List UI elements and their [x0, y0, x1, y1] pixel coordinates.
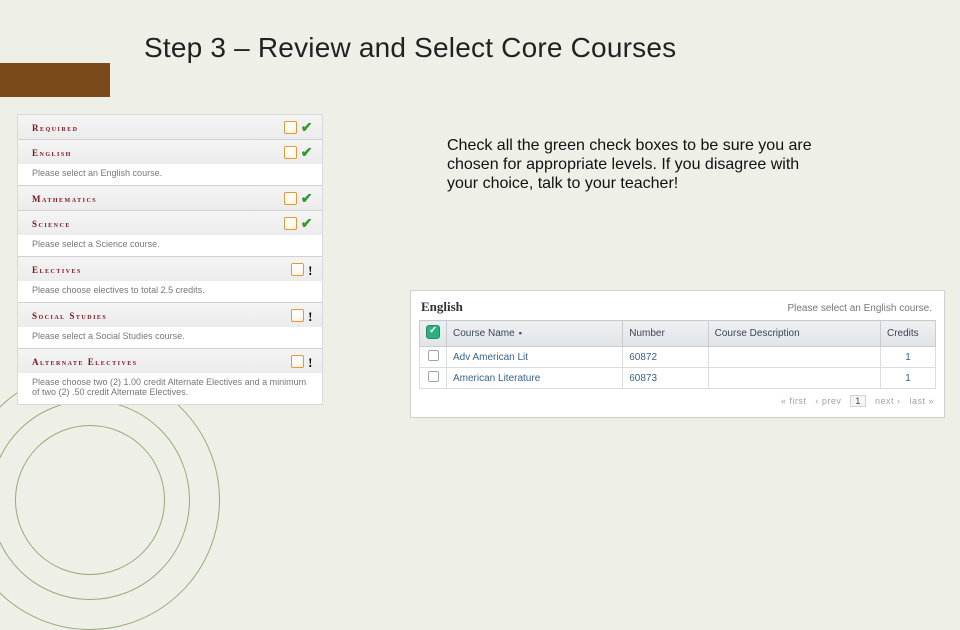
page-title: Step 3 – Review and Select Core Courses — [144, 32, 676, 64]
pager-last[interactable]: last » — [909, 396, 934, 406]
section-mathematics[interactable]: Mathematics ✔ — [18, 185, 322, 210]
section-sub: Please select an English course. — [18, 164, 322, 185]
status-ok[interactable]: ✔ — [284, 146, 314, 159]
row-checkbox[interactable] — [428, 350, 439, 361]
col-credits[interactable]: Credits — [881, 321, 936, 347]
pager: « first ‹ prev 1 next › last » — [419, 389, 936, 407]
decor-rings — [0, 370, 220, 630]
requirements-panel: Required ✔ English ✔ Please select an En… — [17, 114, 323, 405]
row-checkbox[interactable] — [428, 371, 439, 382]
section-label: Science — [32, 219, 71, 229]
section-science[interactable]: Science ✔ Please select a Science course… — [18, 210, 322, 256]
section-label: Social Studies — [32, 311, 107, 321]
section-label: Mathematics — [32, 194, 97, 204]
section-label: Alternate Electives — [32, 357, 138, 367]
cell-desc — [708, 368, 880, 389]
col-number[interactable]: Number — [623, 321, 708, 347]
status-ok[interactable]: ✔ — [284, 217, 314, 230]
section-alternate-electives[interactable]: Alternate Electives ! Please choose two … — [18, 348, 322, 404]
section-sub: Please choose two (2) 1.00 credit Altern… — [18, 373, 322, 404]
pager-next[interactable]: next › — [875, 396, 901, 406]
table-row[interactable]: Adv American Lit 60872 1 — [420, 347, 936, 368]
status-ok[interactable]: ✔ — [284, 121, 314, 134]
pager-current: 1 — [850, 395, 866, 407]
cell-desc — [708, 347, 880, 368]
edit-icon[interactable] — [291, 355, 304, 368]
course-table: Course Name▪ Number Course Description C… — [419, 320, 936, 389]
status-warn[interactable]: ! — [291, 355, 314, 368]
edit-icon[interactable] — [284, 121, 297, 134]
section-required[interactable]: Required ✔ — [18, 115, 322, 139]
status-ok[interactable]: ✔ — [284, 192, 314, 205]
cell-course-name[interactable]: American Literature — [447, 368, 623, 389]
alert-icon: ! — [308, 310, 314, 323]
status-warn[interactable]: ! — [291, 309, 314, 322]
section-label: Required — [32, 123, 79, 133]
cell-credits: 1 — [881, 347, 936, 368]
section-label: English — [32, 148, 72, 158]
pager-first[interactable]: « first — [781, 396, 807, 406]
alert-icon: ! — [308, 264, 314, 277]
check-icon: ✔ — [301, 218, 314, 231]
edit-icon[interactable] — [284, 146, 297, 159]
check-icon: ✔ — [301, 193, 314, 206]
course-panel-hint: Please select an English course. — [419, 303, 936, 314]
col-desc[interactable]: Course Description — [708, 321, 880, 347]
cell-course-name[interactable]: Adv American Lit — [447, 347, 623, 368]
edit-icon[interactable] — [284, 217, 297, 230]
col-course-name[interactable]: Course Name▪ — [447, 321, 623, 347]
course-panel: English Please select an English course.… — [410, 290, 945, 418]
cell-number: 60873 — [623, 368, 708, 389]
section-electives[interactable]: Electives ! Please choose electives to t… — [18, 256, 322, 302]
pager-prev[interactable]: ‹ prev — [815, 396, 841, 406]
status-warn[interactable]: ! — [291, 263, 314, 276]
edit-icon[interactable] — [284, 192, 297, 205]
check-icon: ✔ — [301, 147, 314, 160]
select-all-icon[interactable] — [426, 325, 440, 339]
table-row[interactable]: American Literature 60873 1 — [420, 368, 936, 389]
cell-number: 60872 — [623, 347, 708, 368]
accent-bar — [0, 63, 110, 97]
sort-indicator-icon: ▪ — [515, 328, 522, 338]
section-sub: Please choose electives to total 2.5 cre… — [18, 281, 322, 302]
section-sub: Please select a Social Studies course. — [18, 327, 322, 348]
check-icon: ✔ — [301, 122, 314, 135]
edit-icon[interactable] — [291, 263, 304, 276]
section-social-studies[interactable]: Social Studies ! Please select a Social … — [18, 302, 322, 348]
alert-icon: ! — [308, 356, 314, 369]
section-label: Electives — [32, 265, 82, 275]
section-sub: Please select a Science course. — [18, 235, 322, 256]
section-english[interactable]: English ✔ Please select an English cours… — [18, 139, 322, 185]
edit-icon[interactable] — [291, 309, 304, 322]
cell-credits: 1 — [881, 368, 936, 389]
col-select[interactable] — [420, 321, 447, 347]
instruction-text: Check all the green check boxes to be su… — [447, 137, 817, 194]
